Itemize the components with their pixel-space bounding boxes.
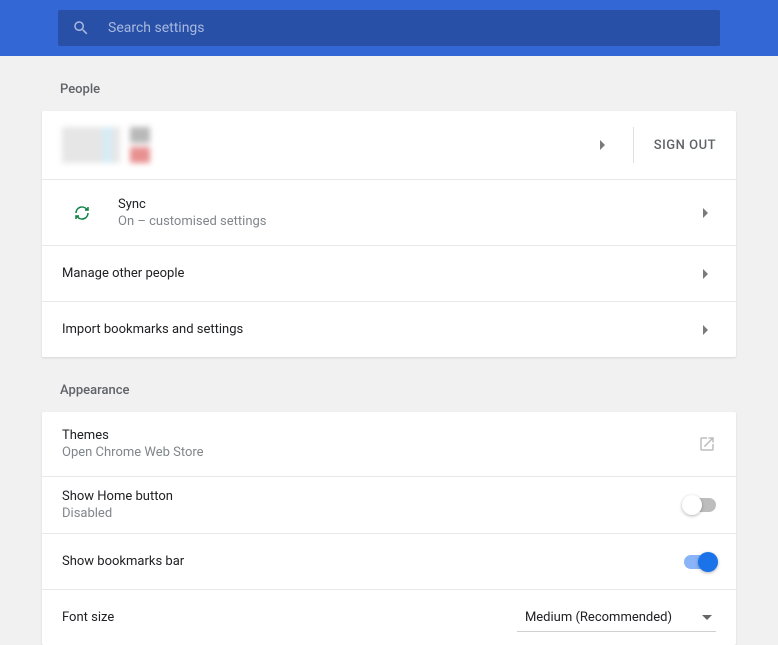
chevron-down-icon xyxy=(702,615,712,620)
chevron-right-icon xyxy=(703,269,708,279)
chevron-right-icon xyxy=(600,140,605,150)
show-bookmarks-bar-title: Show bookmarks bar xyxy=(62,554,684,569)
chevron-right-icon xyxy=(703,208,708,218)
show-home-button-title: Show Home button xyxy=(62,489,684,504)
open-external-icon xyxy=(698,435,716,453)
show-home-button-row: Show Home button Disabled xyxy=(42,476,736,533)
font-size-value: Medium (Recommended) xyxy=(525,610,672,625)
header-bar xyxy=(0,0,778,56)
search-icon xyxy=(72,19,90,37)
profile-row[interactable]: SIGN OUT xyxy=(42,111,736,179)
show-bookmarks-bar-toggle[interactable] xyxy=(684,555,716,569)
sync-row[interactable]: Sync On – customised settings xyxy=(42,179,736,245)
sign-out-button[interactable]: SIGN OUT xyxy=(654,138,716,153)
sync-subtitle: On – customised settings xyxy=(118,214,695,229)
settings-content: People SIGN OUT xyxy=(0,56,778,645)
search-input[interactable] xyxy=(108,20,706,36)
show-bookmarks-bar-row: Show bookmarks bar xyxy=(42,533,736,589)
appearance-card: Themes Open Chrome Web Store Show Home b… xyxy=(42,412,736,645)
font-size-title: Font size xyxy=(62,610,517,625)
show-home-button-subtitle: Disabled xyxy=(62,506,684,521)
themes-title: Themes xyxy=(62,428,698,443)
font-size-dropdown[interactable]: Medium (Recommended) xyxy=(517,604,716,632)
divider xyxy=(633,127,634,163)
themes-row[interactable]: Themes Open Chrome Web Store xyxy=(42,412,736,476)
people-section-header: People xyxy=(42,56,736,111)
import-bookmarks-label: Import bookmarks and settings xyxy=(62,322,695,337)
manage-other-people-label: Manage other people xyxy=(62,266,695,281)
people-card: SIGN OUT Sync On – customised settings M… xyxy=(42,111,736,357)
search-settings-field[interactable] xyxy=(58,10,720,46)
chevron-right-icon xyxy=(703,325,708,335)
themes-subtitle: Open Chrome Web Store xyxy=(62,445,698,460)
profile-avatar-placeholder xyxy=(62,127,150,163)
show-home-button-toggle[interactable] xyxy=(684,498,716,512)
import-bookmarks-row[interactable]: Import bookmarks and settings xyxy=(42,301,736,357)
font-size-row: Font size Medium (Recommended) xyxy=(42,589,736,645)
sync-icon xyxy=(73,204,91,222)
appearance-section-header: Appearance xyxy=(42,357,736,412)
sync-title: Sync xyxy=(118,197,695,212)
manage-other-people-row[interactable]: Manage other people xyxy=(42,245,736,301)
